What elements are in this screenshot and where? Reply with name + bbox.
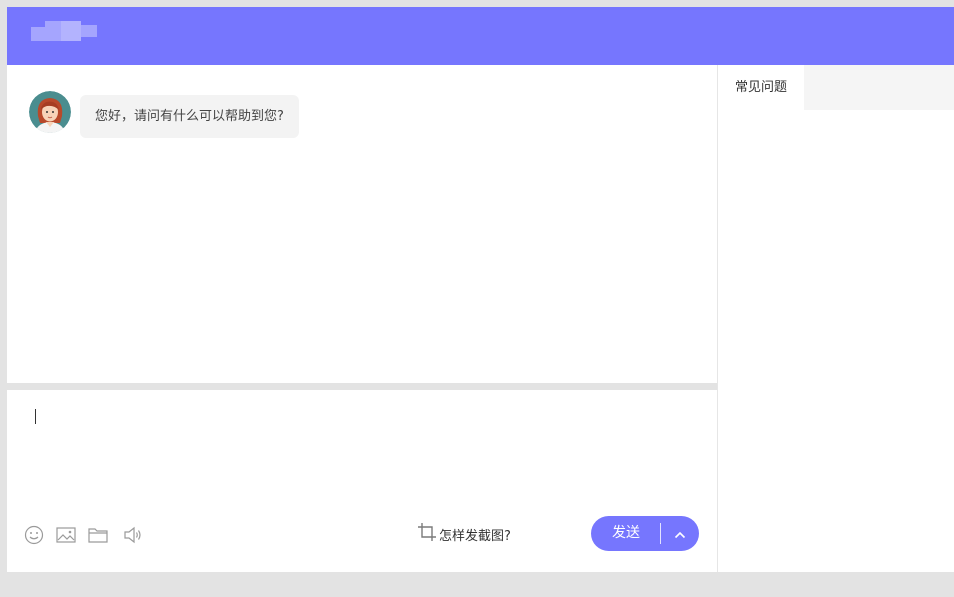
logo-fragment	[45, 21, 61, 41]
image-icon[interactable]	[54, 523, 78, 547]
header-bar	[7, 7, 954, 65]
screenshot-help-link[interactable]: 怎样发截图?	[417, 522, 511, 546]
send-button-group: 发送	[591, 516, 699, 551]
send-separator	[660, 523, 661, 544]
composer-divider	[7, 383, 717, 390]
chevron-up-icon	[674, 524, 686, 543]
smiley-icon[interactable]	[22, 523, 46, 547]
message-list: 您好，请问有什么可以帮助到您?	[7, 65, 717, 383]
chat-panel: 您好，请问有什么可以帮助到您? 怎样发截图? 发送	[7, 65, 717, 572]
text-caret	[35, 409, 36, 424]
speaker-icon[interactable]	[121, 523, 145, 547]
agent-message-bubble: 您好，请问有什么可以帮助到您?	[80, 95, 299, 138]
send-button[interactable]: 发送	[591, 516, 661, 551]
agent-avatar-icon	[29, 91, 71, 133]
logo-fragment	[31, 27, 45, 41]
side-panel: 常见问题	[717, 65, 954, 572]
tab-faq[interactable]: 常见问题	[718, 65, 804, 110]
send-options-button[interactable]	[663, 516, 697, 551]
screenshot-help-label: 怎样发截图?	[439, 528, 511, 544]
chat-window: 您好，请问有什么可以帮助到您? 怎样发截图? 发送 常见问题	[7, 7, 954, 572]
logo	[23, 21, 99, 41]
logo-fragment	[81, 25, 97, 37]
side-tabs: 常见问题	[718, 65, 954, 110]
message-input[interactable]	[21, 404, 701, 494]
folder-icon[interactable]	[86, 523, 110, 547]
composer: 怎样发截图? 发送	[7, 390, 717, 572]
crop-icon	[417, 522, 437, 546]
logo-fragment	[61, 21, 81, 41]
